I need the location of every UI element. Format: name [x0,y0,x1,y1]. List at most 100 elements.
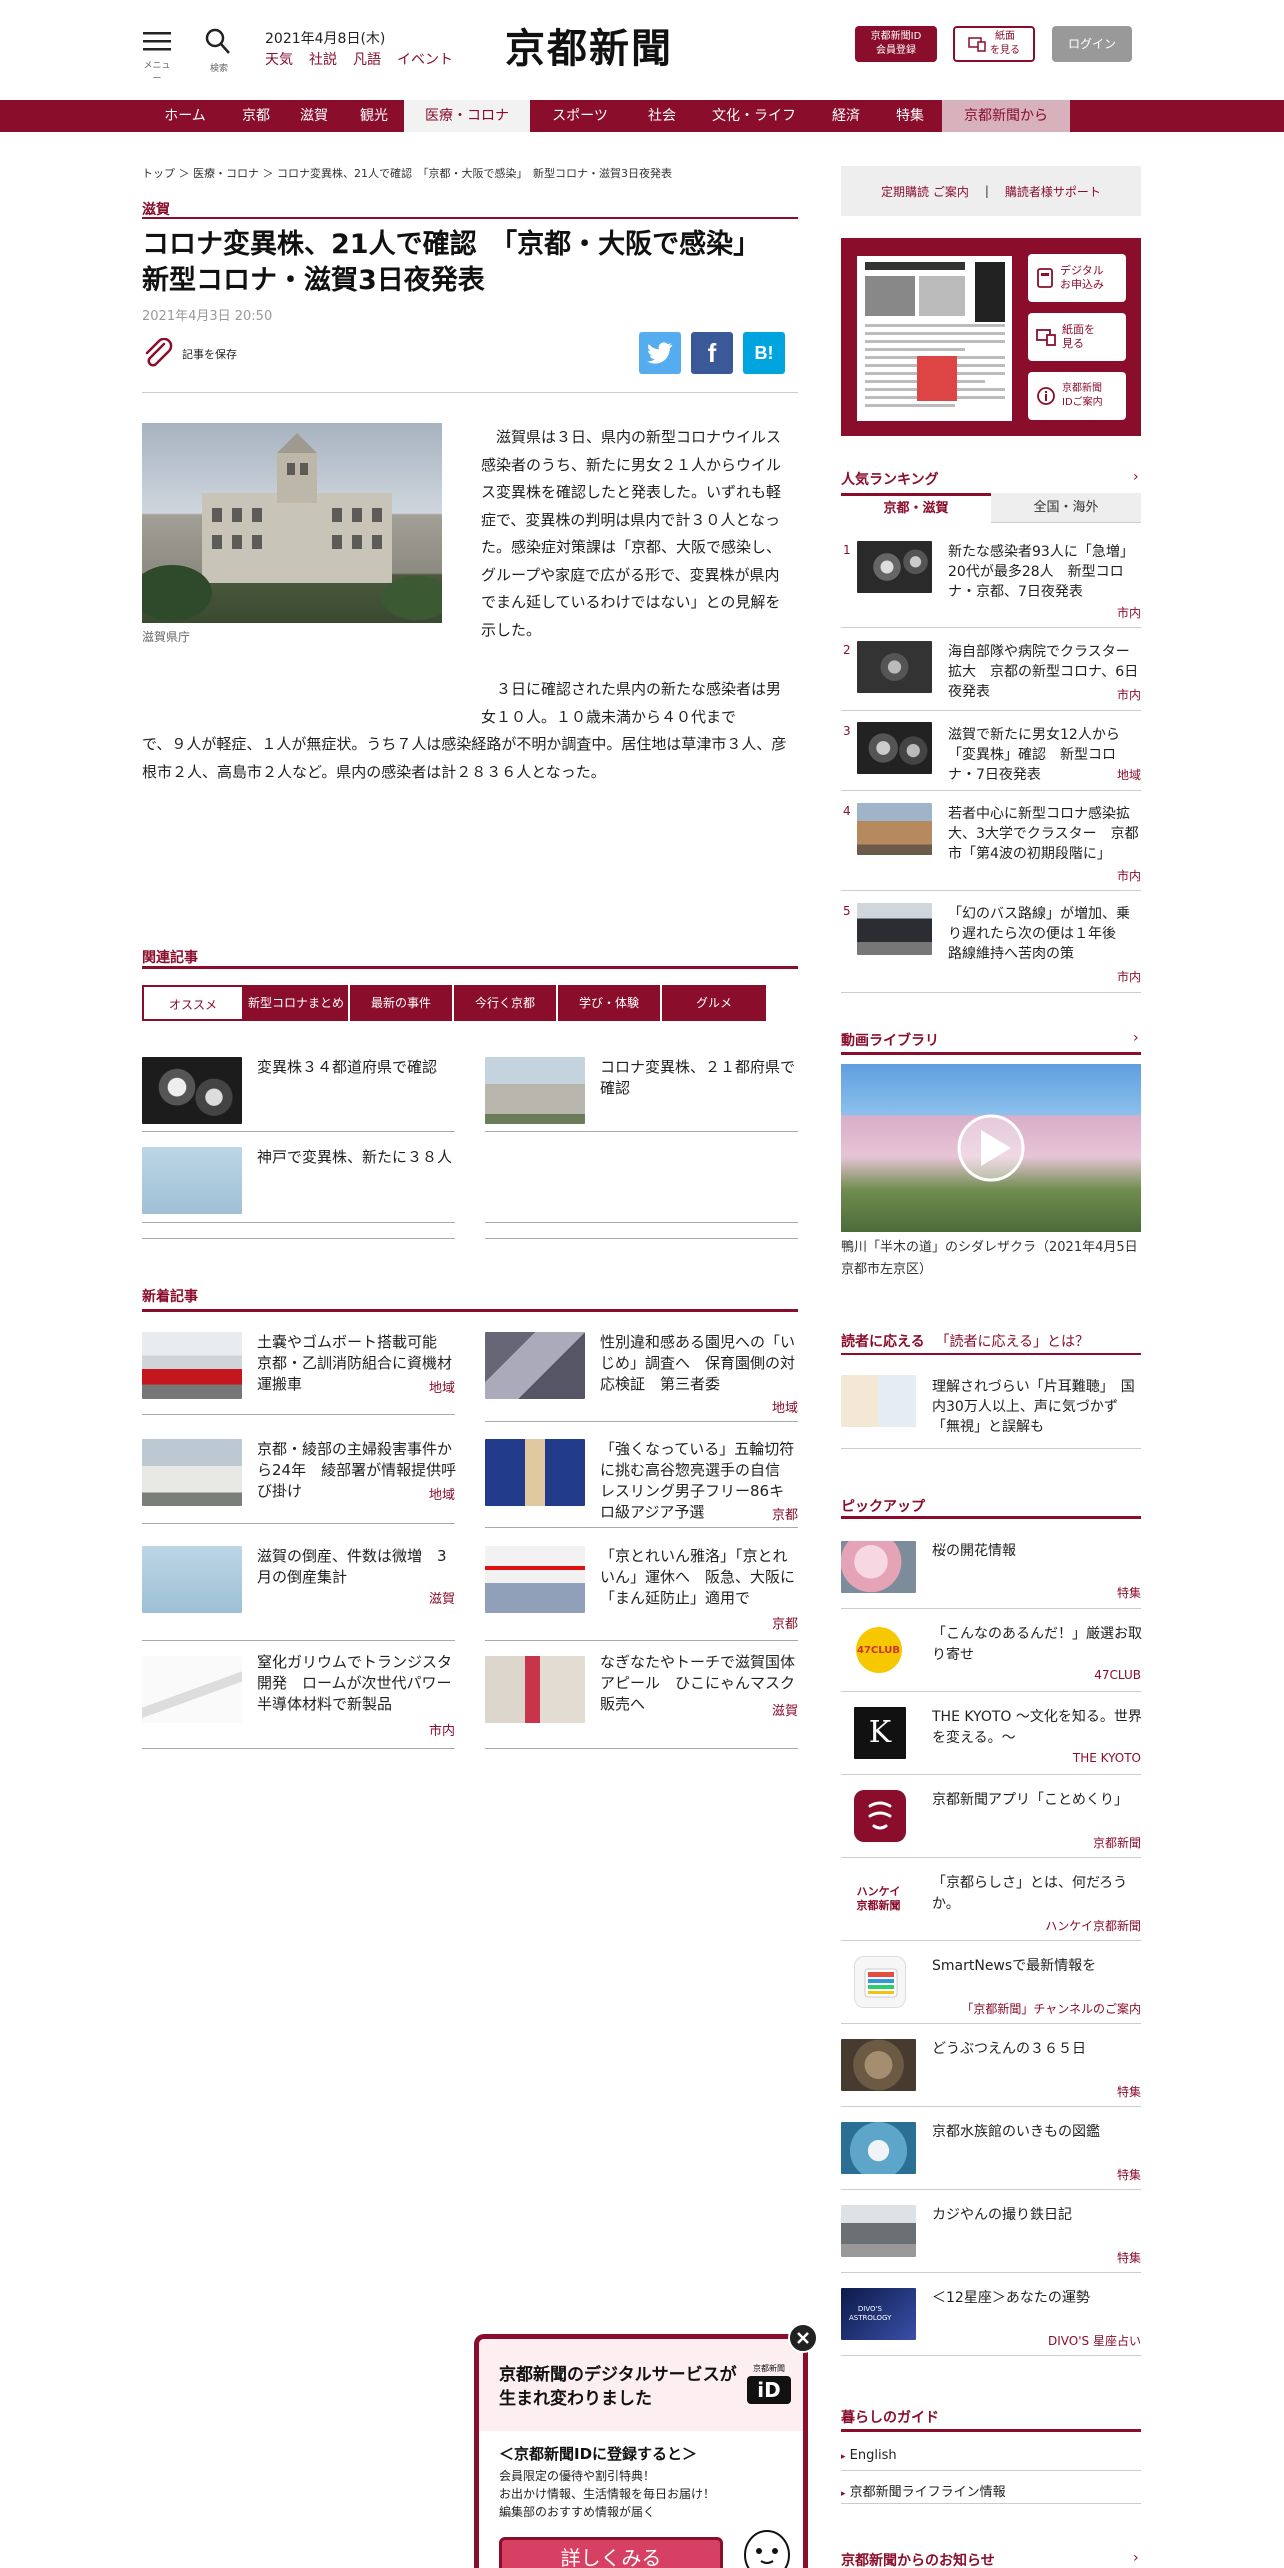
breadcrumb-category[interactable]: 医療・コロナ [193,167,259,180]
row-divider [841,2106,1141,2107]
header-link-editorial[interactable]: 社説 [309,49,337,69]
subscription-guide-link[interactable]: 定期購読 ご案内 [881,183,969,200]
search-label: 検索 [209,64,228,74]
ranking-more-arrow[interactable]: › [1133,469,1139,485]
id-badge: 京都新聞 iD [747,2363,791,2404]
menu-label: メニュー [143,61,171,84]
save-article-button[interactable]: 記事を保存 [142,338,237,370]
tab-latest-incidents[interactable]: 最新の事件 [350,985,454,1021]
row-divider [142,1222,455,1223]
reader-about-link[interactable]: 「読者に応える」とは？ [935,1334,1089,1350]
header-link-event[interactable]: イベント [397,49,453,69]
breadcrumb: トップ ＞ 医療・コロナ ＞ コロナ変異株、21人で確認 「京都・大阪で感染」 … [142,167,672,180]
video-player[interactable] [841,1064,1141,1232]
related-title: コロナ変異株、２１都府県で確認 [600,1058,796,1097]
id-guide-button[interactable]: 京都新聞 IDご案内 [1028,372,1126,420]
share-twitter-button[interactable] [639,332,681,374]
share-hatena-button[interactable]: B! [743,332,785,374]
video-more-arrow[interactable]: › [1133,1030,1139,1046]
popup-close-button[interactable] [788,2323,818,2353]
tab-gourmet[interactable]: グルメ [662,985,766,1021]
reader-label[interactable]: 読者に応える [841,1334,925,1350]
breadcrumb-top[interactable]: トップ [142,167,175,180]
latest-title: 「京とれいん雅洛」「京とれいん」運休へ 阪急、大阪に「まん延防止」適用で [600,1547,796,1607]
header-link-bongo[interactable]: 凡語 [353,49,381,69]
header-link-weather[interactable]: 天気 [265,49,293,69]
guide-link-label: 京都新聞ライフライン情報 [849,2485,1006,2500]
ranking-tag: 地域 [1116,768,1141,782]
facebook-icon: f [707,337,717,368]
row-divider [841,627,1141,628]
video-heading: 動画ライブラリ [841,1033,939,1049]
row-divider [841,1691,1141,1692]
nav-kyoto[interactable]: 京都 [228,100,284,132]
tab-corona-summary[interactable]: 新型コロナまとめ [244,985,350,1021]
nav-medical-corona[interactable]: 医療・コロナ [404,100,530,132]
latest-title: 滋賀の倒産、件数は微増 3月の倒産集計 [257,1547,447,1586]
digital-apply-button[interactable]: デジタル お申込み [1028,254,1126,302]
nav-shiga[interactable]: 滋賀 [284,100,344,132]
ranking-title: 新たな感染者93人に「急増」20代が最多28人 新型コロナ・京都、7日夜発表 [948,544,1134,600]
share-facebook-button[interactable]: f [691,332,733,374]
id-register-button[interactable]: 京都新聞ID 会員登録 [855,26,937,62]
row-divider [841,2189,1141,2190]
ranking-tab-local[interactable]: 京都・滋賀 [841,493,991,523]
article-title: コロナ変異株、21人で確認 「京都・大阪で感染」 新型コロナ・滋賀3日夜発表 [142,229,774,296]
notice-more-arrow[interactable]: › [1133,2550,1139,2566]
latest-tag: 滋賀 [428,1592,455,1607]
login-button[interactable]: ログイン [1052,26,1132,62]
latest-thumb [142,1439,242,1506]
tab-learning[interactable]: 学び・体験 [558,985,662,1021]
hatena-icon: B! [754,342,774,363]
ranking-thumb [857,803,932,855]
nav-economy[interactable]: 経済 [814,100,878,132]
pickup-tag: ハンケイ京都新聞 [1045,1919,1141,1933]
subscription-links: 定期購読 ご案内 | 購読者様サポート [841,166,1141,216]
paper-promo-box: デジタル お申込み 紙面を 見る 京都新聞 IDご案内 [841,238,1141,436]
search-button[interactable]: 検索 [204,27,234,75]
nav-kanko[interactable]: 観光 [344,100,404,132]
reader-rule [841,1353,1141,1355]
pickup-tag: 「京都新聞」チャンネルのご案内 [961,2002,1141,2016]
pickup-thumb-zoo [841,2039,916,2091]
latest-title: 性別違和感ある園児への「いじめ」調査へ 保育園側の対応検証 第三者委 [600,1333,796,1393]
latest-tag: 市内 [428,1724,455,1739]
row-divider [841,710,1141,711]
twitter-icon [647,342,673,364]
nav-home[interactable]: ホーム [142,100,228,132]
latest-tag: 滋賀 [771,1704,798,1719]
related-title: 神戸で変異株、新たに３８人 [257,1148,453,1166]
article-body-paragraph-2a: ３日に確認された県内の新たな感染者は男女１０人。１０歳未満から４０代まで [481,680,782,726]
guide-link-lifeline[interactable]: ▸ 京都新聞ライフライン情報 [841,2481,1006,2500]
search-icon [205,28,230,54]
tab-go-kyoto[interactable]: 今行く京都 [454,985,558,1021]
47club-logo: 47CLUB [855,1627,902,1673]
nav-from-kyoto-np[interactable]: 京都新聞から [942,100,1070,132]
pickup-title: ＜12星座＞あなたの運勢 [932,2290,1090,2306]
pickup-thumb-sakura [841,1541,916,1593]
subscriber-support-link[interactable]: 購読者様サポート [1005,183,1101,200]
guide-heading: 暮らしのガイド [841,2410,939,2426]
popup-cta-button[interactable]: 詳しくみる [499,2537,723,2568]
paper-view-button[interactable]: 紙面 を見る [953,26,1035,62]
close-icon [797,2332,809,2344]
nav-society[interactable]: 社会 [630,100,694,132]
newspaper-preview[interactable] [857,256,1012,421]
ranking-number: 2 [843,643,851,657]
tab-recommended[interactable]: オススメ [142,985,244,1021]
article-category[interactable]: 滋賀 [142,199,170,219]
popup-benefit: 会員限定の優待や割引特典！ [499,2469,656,2483]
ranking-number: 1 [843,543,851,557]
pickup-tag: 特集 [1116,2085,1141,2099]
site-logo[interactable]: 京都新聞 [505,16,673,74]
nav-sports[interactable]: スポーツ [530,100,630,132]
ranking-tag: 市内 [1116,606,1141,620]
guide-link-english[interactable]: ▸ English [841,2448,897,2463]
pickup-title: THE KYOTO ～文化を知る。世界を変える。～ [932,1709,1142,1746]
nav-special[interactable]: 特集 [878,100,942,132]
view-paper-button[interactable]: 紙面を 見る [1028,313,1126,361]
related-thumb-building [485,1057,585,1124]
ranking-tab-national[interactable]: 全国・海外 [991,493,1141,523]
menu-button[interactable]: メニュー [142,30,172,84]
nav-culture[interactable]: 文化・ライフ [694,100,814,132]
